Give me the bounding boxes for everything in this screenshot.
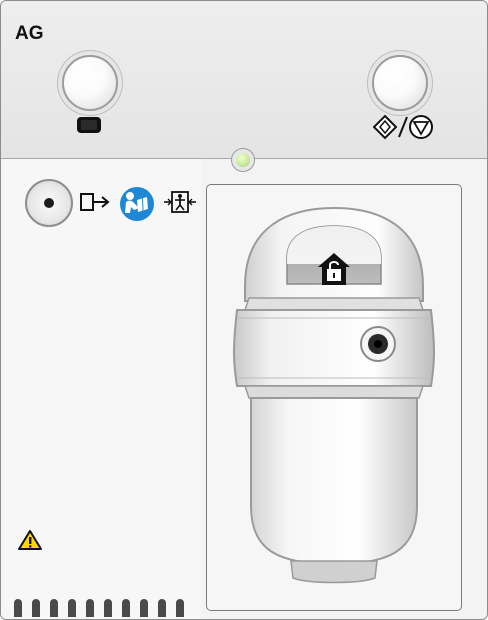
vent-slot [104,599,112,617]
start-stop-button[interactable] [372,55,428,111]
vent-slot [32,599,40,617]
display-button[interactable] [62,55,118,111]
module-title: AG [15,23,44,44]
gas-port[interactable] [25,179,73,227]
vent-slot [50,599,58,617]
vent-slot [176,599,184,617]
warning-icon [18,530,42,550]
unlock-home-icon [318,253,350,285]
gas-port-inlet [44,198,54,208]
vent-slot [14,599,22,617]
defibrillation-proof-type-bf-icon [164,191,196,213]
vent-slot [158,599,166,617]
ventilation-grille [14,599,204,619]
vent-slot [122,599,130,617]
vent-slot [140,599,148,617]
sample-line-inlet[interactable] [358,324,398,364]
vent-slot [86,599,94,617]
module-header-panel: AG [1,1,487,159]
start-stop-icon [373,114,433,140]
status-led [231,148,255,172]
display-screen-icon [77,117,101,133]
vent-slot [68,599,76,617]
ag-module: AG [0,0,488,620]
follow-instructions-icon [120,187,154,221]
status-led-light [236,153,250,167]
gas-outlet-icon [80,193,110,211]
